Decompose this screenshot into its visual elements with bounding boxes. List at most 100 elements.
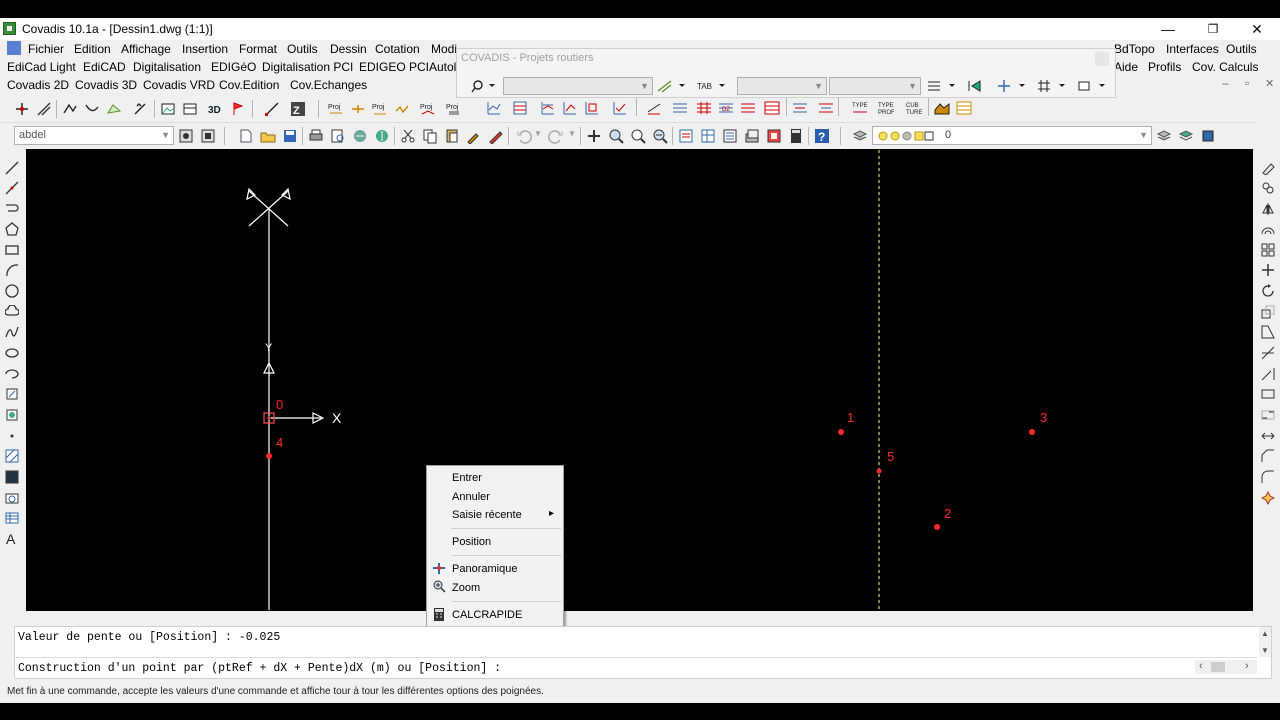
volume-table-icon[interactable] bbox=[956, 100, 972, 116]
menu-item-panoramique[interactable]: Panoramique bbox=[452, 563, 517, 575]
gradient-icon[interactable] bbox=[5, 470, 19, 484]
menu-edigeo-pci[interactable]: EDIGEO PCI bbox=[359, 60, 429, 74]
profile-check-icon[interactable] bbox=[612, 100, 628, 116]
horizontal-scrollbar[interactable]: ‹ › bbox=[1195, 660, 1257, 674]
menu-cov-edition[interactable]: Cov.Edition bbox=[219, 78, 279, 92]
menu-edicad-light[interactable]: EdiCad Light bbox=[7, 60, 76, 74]
layer-walk-icon[interactable] bbox=[1200, 128, 1216, 144]
survey-point-3[interactable] bbox=[1029, 429, 1035, 435]
menu-cov-echanges[interactable]: Cov.Echanges bbox=[290, 78, 367, 92]
menu-bdtopo[interactable]: BdTopo bbox=[1114, 42, 1155, 56]
construction-line-icon[interactable] bbox=[5, 181, 19, 195]
polyline-draw-icon[interactable] bbox=[5, 201, 19, 215]
move-icon[interactable] bbox=[1261, 263, 1275, 277]
trace-2-icon[interactable] bbox=[818, 100, 834, 116]
layer-manager-icon[interactable] bbox=[178, 128, 194, 144]
menu-aide[interactable]: Aide bbox=[1114, 60, 1138, 74]
menu-item-zoom[interactable]: Zoom bbox=[452, 582, 480, 594]
profile-view-icon[interactable] bbox=[584, 100, 600, 116]
menu-covadis-vrd[interactable]: Covadis VRD bbox=[143, 78, 215, 92]
restore-button[interactable]: ❐ bbox=[1191, 20, 1235, 38]
array-icon[interactable] bbox=[1261, 243, 1275, 257]
proj-lines-icon[interactable] bbox=[672, 100, 688, 116]
scroll-up-icon[interactable]: ▲ bbox=[1261, 629, 1269, 638]
join-icon[interactable] bbox=[1261, 429, 1275, 443]
flag-icon[interactable] bbox=[230, 101, 246, 117]
profile-long-icon[interactable] bbox=[486, 100, 502, 116]
circle-icon[interactable] bbox=[5, 284, 19, 298]
station-icon[interactable] bbox=[36, 101, 52, 117]
save-icon[interactable] bbox=[282, 128, 298, 144]
panel-close-button[interactable] bbox=[1095, 52, 1109, 66]
point-icon[interactable] bbox=[5, 429, 19, 443]
axis-combo[interactable]: ▼ bbox=[737, 77, 827, 95]
scroll-right-icon[interactable]: › bbox=[1245, 660, 1249, 672]
ellipse-icon[interactable] bbox=[5, 346, 19, 360]
road-axis-icon[interactable] bbox=[657, 79, 689, 93]
proj-axis-icon[interactable]: Proj bbox=[372, 101, 388, 117]
multiline-text-icon[interactable]: A bbox=[5, 531, 19, 545]
undo-icon[interactable] bbox=[516, 128, 532, 144]
project-combo[interactable]: ▼ bbox=[503, 77, 653, 95]
zoom-realtime-icon[interactable] bbox=[608, 128, 624, 144]
design-center-icon[interactable] bbox=[700, 128, 716, 144]
line-icon[interactable] bbox=[5, 161, 19, 175]
grid-icon[interactable] bbox=[1037, 79, 1069, 93]
menu-digitalisation-pci[interactable]: Digitalisation PCI bbox=[262, 60, 353, 74]
symbol-icon[interactable] bbox=[132, 101, 148, 117]
calculator-icon[interactable] bbox=[788, 128, 804, 144]
revision-cloud-icon[interactable] bbox=[5, 305, 19, 319]
proj-stack-icon[interactable] bbox=[740, 100, 756, 116]
profile-edit-icon[interactable] bbox=[562, 100, 578, 116]
image-icon[interactable] bbox=[160, 101, 176, 117]
survey-point-5[interactable] bbox=[876, 468, 882, 474]
surface-icon[interactable] bbox=[106, 101, 122, 117]
rotate-icon[interactable] bbox=[1261, 284, 1275, 298]
menu-outils[interactable]: Outils bbox=[287, 42, 318, 56]
layer-properties-icon[interactable] bbox=[852, 128, 868, 144]
extend-icon[interactable] bbox=[1261, 367, 1275, 381]
publish-icon[interactable] bbox=[352, 128, 368, 144]
make-current-layer-icon[interactable] bbox=[1156, 128, 1172, 144]
profile-table-icon[interactable] bbox=[512, 100, 528, 116]
open-folder-icon[interactable] bbox=[260, 128, 276, 144]
scroll-left-icon[interactable]: ‹ bbox=[1199, 660, 1203, 672]
menu-insertion[interactable]: Insertion bbox=[182, 42, 228, 56]
print-preview-icon[interactable] bbox=[330, 128, 346, 144]
type-prof-2-icon[interactable]: TYPEPROF bbox=[878, 100, 894, 116]
doc-menu-icon[interactable] bbox=[7, 41, 21, 55]
markup-icon[interactable] bbox=[766, 128, 782, 144]
copy-icon[interactable] bbox=[422, 128, 438, 144]
profile-icon[interactable] bbox=[394, 101, 410, 117]
menu-edicad[interactable]: EdiCAD bbox=[83, 60, 126, 74]
chevron-down-icon[interactable]: ▼ bbox=[568, 129, 576, 138]
cube-icon[interactable]: CUBTURE bbox=[906, 100, 922, 116]
menu-fichier[interactable]: Fichier bbox=[28, 42, 64, 56]
volume-icon[interactable] bbox=[934, 100, 950, 116]
layer-combo[interactable]: abdel ▼ bbox=[14, 126, 174, 145]
region-icon[interactable] bbox=[5, 491, 19, 505]
menu-format[interactable]: Format bbox=[239, 42, 277, 56]
fillet-icon[interactable] bbox=[1261, 470, 1275, 484]
3d-view-icon[interactable]: 3D bbox=[208, 101, 224, 117]
survey-point-1[interactable] bbox=[838, 429, 844, 435]
point-tool-icon[interactable] bbox=[14, 101, 30, 117]
curve-icon[interactable] bbox=[84, 101, 100, 117]
redo-icon[interactable] bbox=[548, 128, 564, 144]
menu-item-annuler[interactable]: Annuler bbox=[452, 491, 490, 503]
make-block-icon[interactable] bbox=[5, 408, 19, 422]
proj-table-icon[interactable] bbox=[764, 100, 780, 116]
polyline-icon[interactable] bbox=[62, 101, 78, 117]
tab-icon[interactable]: TAB bbox=[697, 79, 729, 93]
survey-point-4[interactable] bbox=[266, 453, 272, 459]
doc-restore-button[interactable]: ▫ bbox=[1245, 76, 1249, 90]
copy-object-icon[interactable] bbox=[1261, 181, 1275, 195]
polygon-icon[interactable] bbox=[5, 222, 19, 236]
rectangle-icon[interactable] bbox=[5, 243, 19, 257]
menu-affichage[interactable]: Affichage bbox=[121, 42, 171, 56]
tool-palettes-icon[interactable] bbox=[722, 128, 738, 144]
profile-cross-icon[interactable] bbox=[540, 100, 556, 116]
layer-isolate-icon[interactable] bbox=[200, 128, 216, 144]
menu-covadis-3d[interactable]: Covadis 3D bbox=[75, 78, 137, 92]
menu-item-calcrapide[interactable]: CALCRAPIDE bbox=[452, 609, 522, 621]
